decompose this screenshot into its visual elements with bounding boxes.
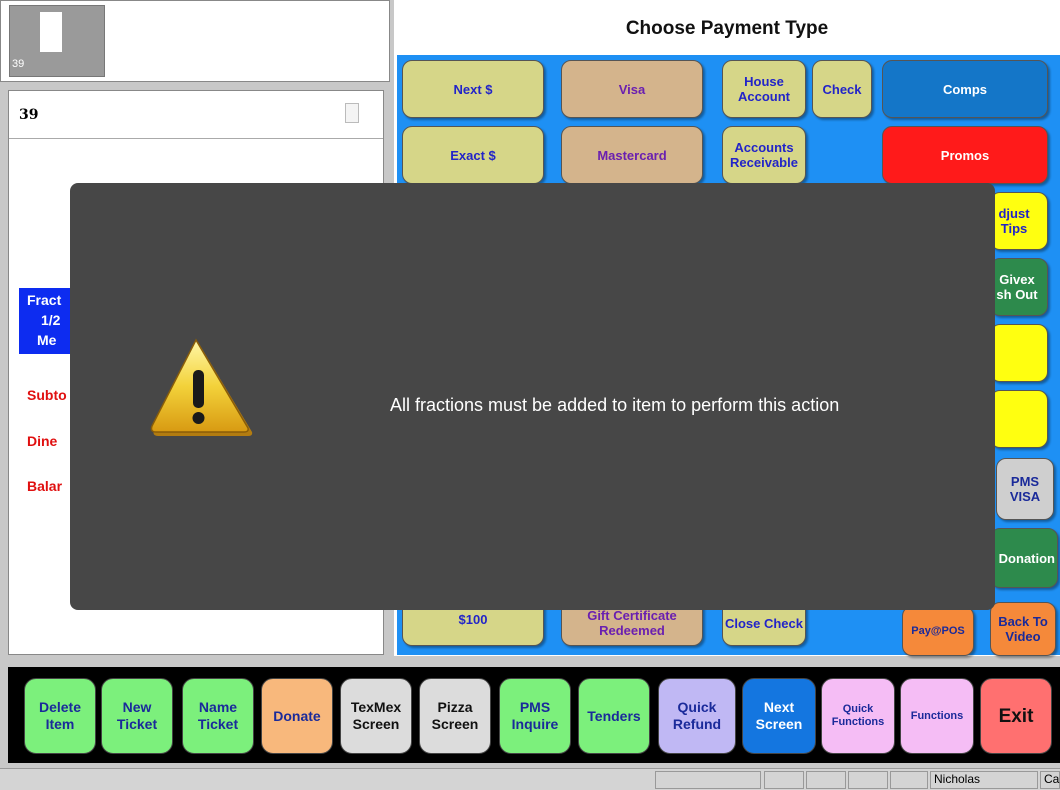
- ticket-thumbnail[interactable]: 39: [9, 5, 105, 77]
- mastercard-button[interactable]: Mastercard: [561, 126, 703, 184]
- accounts-receivable-button[interactable]: Accounts Receivable: [722, 126, 806, 184]
- warning-icon: [150, 338, 253, 436]
- status-segment: [848, 771, 888, 789]
- status-segment: [890, 771, 928, 789]
- subtotal-label: Subto: [27, 387, 67, 403]
- givex-cash-out-button[interactable]: Givex sh Out: [990, 258, 1048, 316]
- blank-yellow-button[interactable]: [990, 390, 1048, 448]
- status-segment: [655, 771, 761, 789]
- delete-item-button[interactable]: Delete Item: [24, 678, 96, 754]
- status-segment: [806, 771, 846, 789]
- document-icon[interactable]: [345, 103, 359, 123]
- quick-functions-button[interactable]: Quick Functions: [821, 678, 895, 754]
- document-icon: [40, 12, 62, 52]
- page-title: Choose Payment Type: [625, 18, 829, 39]
- status-bar: Nicholas Ca: [0, 768, 1060, 790]
- next-screen-button[interactable]: Next Screen: [742, 678, 816, 754]
- blank-yellow-button[interactable]: [990, 324, 1048, 382]
- donation-button[interactable]: Donation: [990, 528, 1058, 588]
- status-segment: [764, 771, 804, 789]
- comps-button[interactable]: Comps: [882, 60, 1048, 118]
- tenders-button[interactable]: Tenders: [578, 678, 650, 754]
- pms-visa-button[interactable]: PMS VISA: [996, 458, 1054, 520]
- texmex-screen-button[interactable]: TexMex Screen: [340, 678, 412, 754]
- house-account-button[interactable]: House Account: [722, 60, 806, 118]
- ticket-number: 39: [19, 107, 39, 123]
- exit-button[interactable]: Exit: [980, 678, 1052, 754]
- back-to-video-button[interactable]: Back To Video: [990, 602, 1056, 656]
- next-dollar-button[interactable]: Next $: [402, 60, 544, 118]
- pizza-screen-button[interactable]: Pizza Screen: [419, 678, 491, 754]
- status-extra: Ca: [1040, 771, 1060, 789]
- ticket-header: 39: [9, 91, 383, 139]
- visa-button[interactable]: Visa: [561, 60, 703, 118]
- alert-message: All fractions must be added to item to p…: [390, 395, 840, 415]
- functions-button[interactable]: Functions: [900, 678, 974, 754]
- thumbnail-number: 39: [12, 58, 25, 70]
- name-ticket-button[interactable]: Name Ticket: [182, 678, 254, 754]
- adjust-tips-button[interactable]: djust Tips: [990, 192, 1048, 250]
- balance-label: Balar: [27, 478, 63, 494]
- promos-button[interactable]: Promos: [882, 126, 1048, 184]
- ticket-thumbnail-strip: 39: [0, 0, 390, 82]
- donate-button[interactable]: Donate: [261, 678, 333, 754]
- pms-inquire-button[interactable]: PMS Inquire: [499, 678, 571, 754]
- quick-refund-button[interactable]: Quick Refund: [658, 678, 736, 754]
- exact-dollar-button[interactable]: Exact $: [402, 126, 544, 184]
- status-user: Nicholas: [930, 771, 1038, 789]
- pay-at-pos-button[interactable]: Pay@POS: [902, 606, 974, 656]
- check-button[interactable]: Check: [812, 60, 872, 118]
- dine-label: Dine: [27, 433, 58, 449]
- new-ticket-button[interactable]: New Ticket: [101, 678, 173, 754]
